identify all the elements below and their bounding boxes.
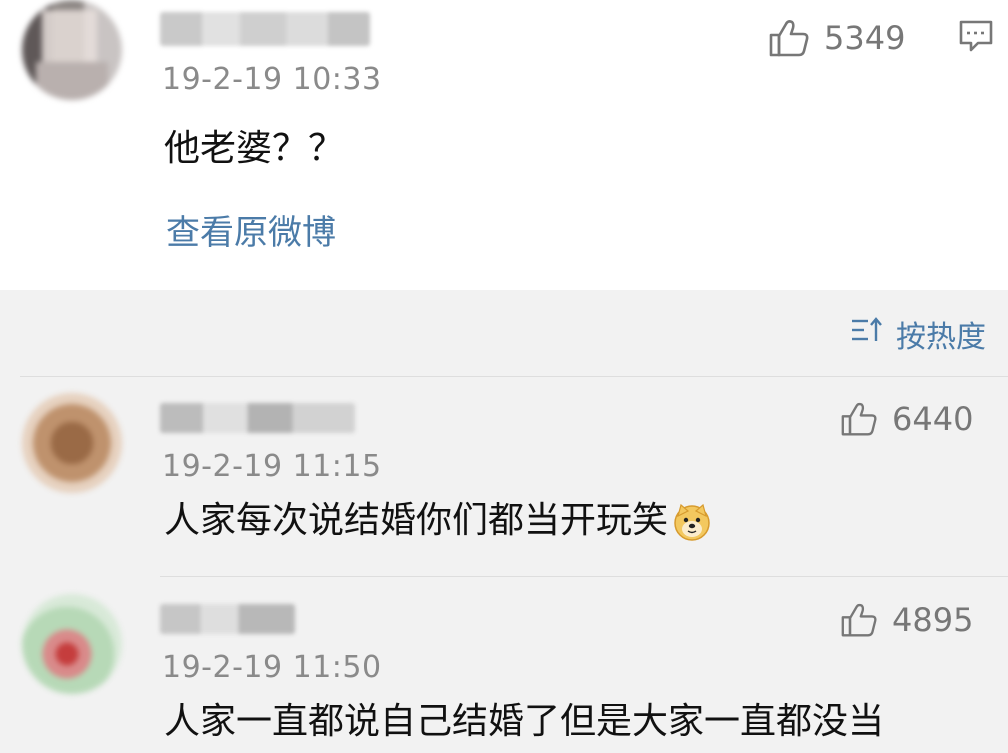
sort-by-popularity-button[interactable]: 按热度	[850, 312, 986, 356]
like-count: 4895	[892, 601, 974, 639]
like-button[interactable]: 5349	[768, 18, 905, 58]
comment-timestamp: 19-2-19 11:50	[162, 650, 382, 685]
comment-text: 人家一直都说自己结婚了但是大家一直都没当	[164, 701, 885, 742]
list-item: 19-2-19 11:50 人家一直都说自己结婚了但是大家一直都没当 4895	[0, 594, 1008, 753]
thumbs-up-icon	[840, 602, 878, 638]
replies-section: 按热度 19-2-19 11:15 人家每次说结婚你们都当开玩笑 6440 19…	[0, 290, 1008, 753]
divider	[160, 576, 1008, 577]
avatar[interactable]	[22, 0, 122, 100]
like-button[interactable]: 6440	[840, 401, 973, 437]
thumbs-up-icon	[768, 18, 810, 58]
doge-emoji-icon	[672, 502, 712, 542]
like-button[interactable]: 4895	[840, 602, 973, 638]
comment-text-content: 人家每次说结婚你们都当开玩笑	[164, 500, 669, 541]
reply-button[interactable]	[958, 19, 994, 53]
comment-text: 人家每次说结婚你们都当开玩笑	[164, 499, 712, 543]
username-blurred[interactable]	[160, 403, 355, 433]
comment-text: 他老婆？？	[164, 128, 345, 169]
sort-label: 按热度	[896, 320, 986, 355]
comment-icon	[958, 20, 994, 57]
like-count: 5349	[824, 19, 906, 57]
comment-timestamp: 19-2-19 11:15	[162, 449, 382, 484]
comment-timestamp: 19-2-19 10:33	[162, 62, 382, 97]
avatar[interactable]	[22, 393, 122, 493]
list-item: 19-2-19 11:15 人家每次说结婚你们都当开玩笑 6440	[0, 393, 1008, 573]
like-count: 6440	[892, 400, 974, 438]
username-blurred[interactable]	[160, 604, 295, 634]
thumbs-up-icon	[840, 401, 878, 437]
avatar[interactable]	[22, 594, 122, 694]
divider	[20, 376, 1008, 377]
sort-icon	[850, 316, 884, 352]
username-blurred[interactable]	[160, 12, 370, 46]
view-original-weibo-link[interactable]: 查看原微博	[166, 212, 336, 254]
main-comment: 19-2-19 10:33 他老婆？？ 查看原微博 5349	[0, 0, 1008, 290]
weibo-comments-page: 19-2-19 10:33 他老婆？？ 查看原微博 5349 按热度 19-2-…	[0, 0, 1008, 753]
